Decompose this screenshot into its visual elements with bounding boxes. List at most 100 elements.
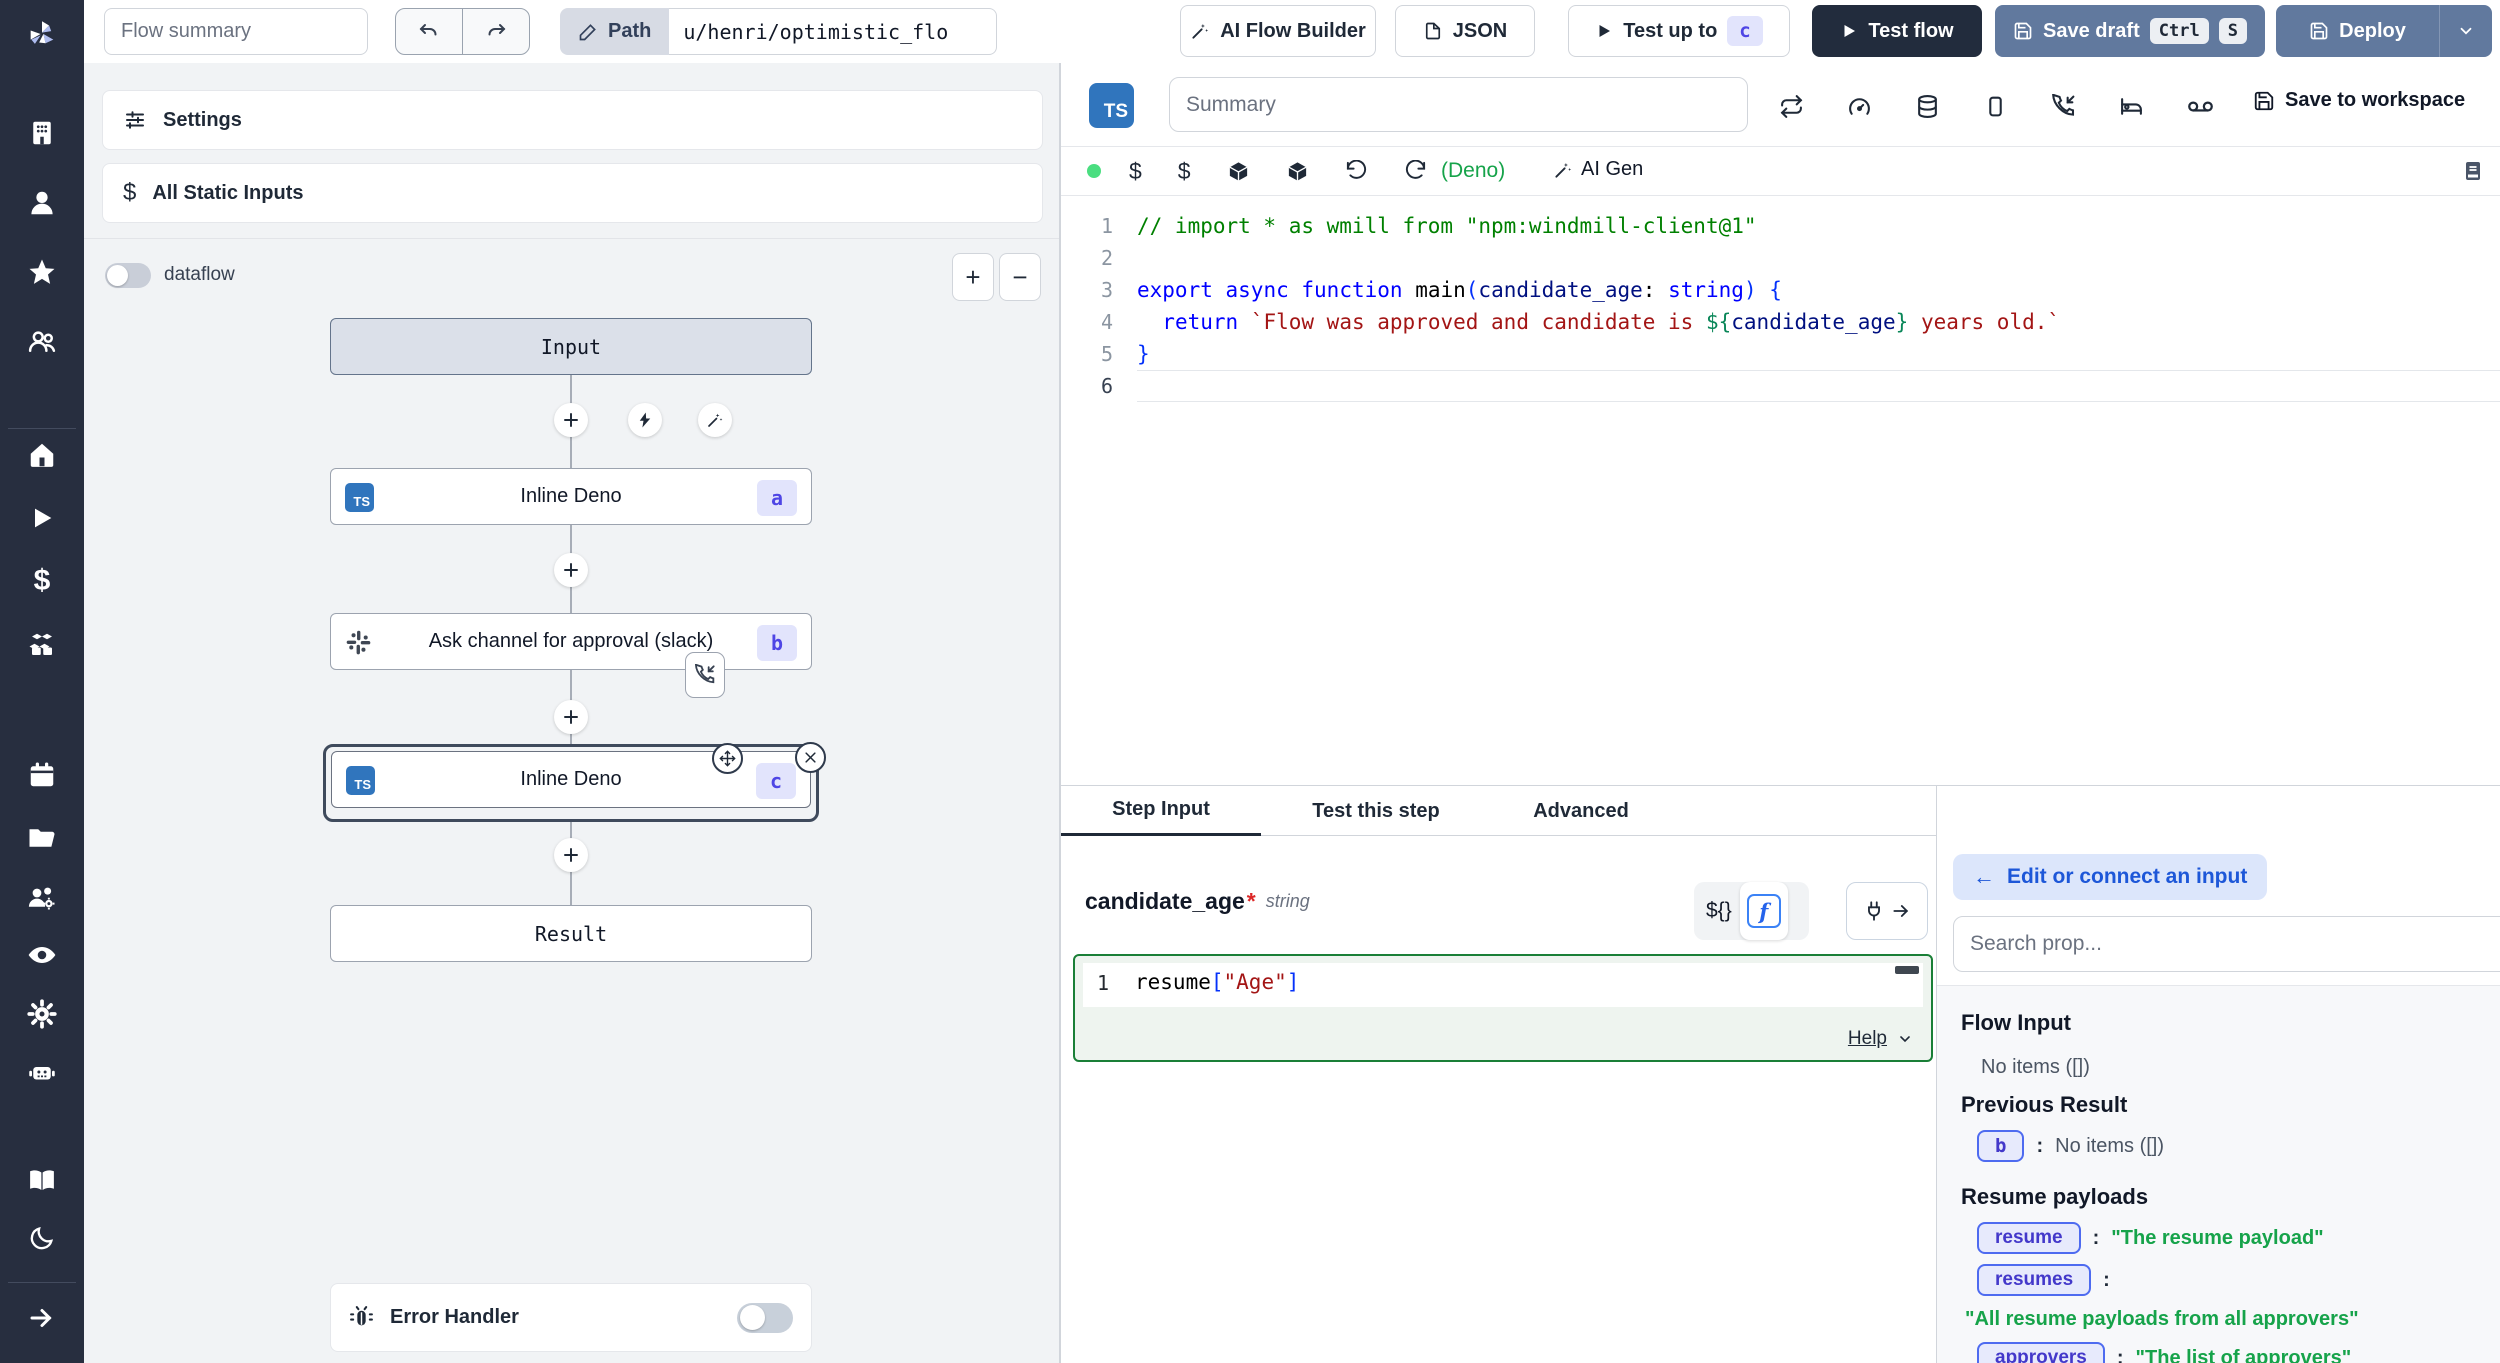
all-static-inputs-label: All Static Inputs [152, 182, 303, 205]
ai-suggest-wand-button[interactable] [698, 403, 732, 437]
test-up-to-button[interactable]: Test up to c [1568, 5, 1790, 57]
prop-badge-resumes[interactable]: resumes [1977, 1264, 2091, 1296]
tab-test-this-step[interactable]: Test this step [1261, 786, 1491, 836]
insert-step-button[interactable] [554, 700, 588, 734]
package-icon[interactable] [1286, 160, 1309, 183]
dark-mode-moon-icon[interactable] [0, 1216, 84, 1260]
variables-dollar-icon[interactable]: $ [0, 559, 84, 603]
result-node[interactable]: Result [330, 905, 812, 962]
expression-field[interactable]: 1 resume["Age"] [1083, 963, 1923, 1007]
magic-wand-icon [1190, 21, 1210, 41]
resumes-row: resumes : [1977, 1264, 2110, 1296]
save-to-workspace-button[interactable]: Save to workspace [2253, 89, 2465, 112]
error-handler-label: Error Handler [390, 1306, 519, 1329]
step-node-b[interactable]: Ask channel for approval (slack) b [330, 613, 812, 670]
deploy-dropdown-button[interactable] [2439, 5, 2492, 57]
zoom-out-button[interactable]: − [999, 253, 1041, 301]
flow-settings-label: Settings [163, 109, 242, 132]
groups-users-cog-icon[interactable] [0, 876, 84, 920]
code-editor[interactable]: 123456 // import * as wmill from "npm:wi… [1061, 195, 2500, 785]
audit-eye-icon[interactable] [0, 933, 84, 977]
ai-flow-builder-button[interactable]: AI Flow Builder [1180, 5, 1376, 57]
prop-badge-resume[interactable]: resume [1977, 1222, 2081, 1254]
topbar: Path AI Flow Builder JSON Test up to c T… [84, 0, 2500, 64]
reset-undo-icon[interactable] [1345, 160, 1368, 183]
home-icon[interactable] [0, 433, 84, 477]
trigger-lightning-button[interactable] [628, 403, 662, 437]
path-input[interactable] [669, 8, 997, 55]
connect-input-plug-button[interactable] [1846, 882, 1928, 940]
undo-button[interactable] [396, 9, 463, 54]
suspend-phone-incoming-icon[interactable] [2051, 94, 2076, 119]
users-icon[interactable] [0, 320, 84, 364]
mock-square-icon[interactable] [1983, 94, 2008, 119]
input-node[interactable]: Input [330, 318, 812, 375]
typescript-badge: TS [1089, 83, 1134, 128]
template-mode-button[interactable]: ${} [1706, 899, 1732, 923]
windmill-logo-icon[interactable] [0, 12, 84, 56]
insert-step-button[interactable] [554, 403, 588, 437]
step-summary-input[interactable] [1169, 77, 1748, 132]
prop-badge-approvers[interactable]: approvers [1977, 1342, 2105, 1363]
move-node-handle[interactable] [712, 743, 743, 774]
panel-divider [84, 238, 1059, 239]
json-button[interactable]: JSON [1395, 5, 1535, 57]
prop-badge-b[interactable]: b [1977, 1130, 2024, 1162]
error-handler-node[interactable]: Error Handler [330, 1283, 812, 1352]
all-static-inputs-button[interactable]: $ All Static Inputs [102, 163, 1043, 223]
schedules-calendar-icon[interactable] [0, 753, 84, 797]
scrollbar-thumb[interactable] [1895, 966, 1919, 974]
script-library-icon[interactable] [2461, 159, 2485, 183]
step-node-a[interactable]: TS Inline Deno a [330, 468, 812, 525]
settings-gear-icon[interactable] [0, 992, 84, 1036]
expr-mode-button-selected[interactable]: f [1740, 882, 1788, 940]
save-draft-button[interactable]: Save draft Ctrl S [1995, 5, 2265, 57]
error-handler-toggle[interactable] [737, 1303, 793, 1333]
early-stop-gauge-icon[interactable] [1847, 94, 1872, 119]
flow-input-empty: No items ([]) [1981, 1056, 2090, 1079]
insert-step-button[interactable] [554, 553, 588, 587]
flow-summary-input[interactable] [104, 8, 368, 55]
resource-dollar-icon[interactable]: $ [1178, 158, 1191, 185]
user-icon[interactable] [0, 181, 84, 225]
step-detail-panel: Step Input Test this step Advanced candi… [1060, 785, 2500, 1363]
tab-step-input[interactable]: Step Input [1061, 786, 1261, 836]
plus-icon [562, 708, 580, 726]
retries-repeat-icon[interactable] [1779, 94, 1804, 119]
deploy-button[interactable]: Deploy [2276, 5, 2439, 57]
magic-wand-icon [706, 411, 724, 429]
package-icon[interactable] [1227, 160, 1250, 183]
zoom-in-button[interactable]: + [952, 253, 994, 301]
field-header: candidate_age* string [1085, 888, 1310, 915]
step-id-badge: a [757, 480, 797, 516]
input-mode-toggle-group: ${} f [1694, 882, 1809, 940]
delete-node-button[interactable] [795, 742, 826, 773]
workers-bot-icon[interactable] [0, 1050, 84, 1094]
insert-step-button[interactable] [554, 838, 588, 872]
redo-button[interactable] [463, 9, 529, 54]
cache-database-icon[interactable] [1915, 94, 1940, 119]
variable-dollar-icon[interactable]: $ [1129, 158, 1142, 185]
favorites-star-icon[interactable] [0, 250, 84, 294]
search-prop-input[interactable] [1953, 916, 2500, 972]
runs-play-icon[interactable] [0, 496, 84, 540]
ai-gen-button[interactable]: AI Gen [1553, 158, 1643, 181]
reload-refresh-icon[interactable] [1404, 160, 1427, 183]
expression-help-button[interactable]: Help [1848, 1028, 1913, 1050]
expression-editor[interactable]: 1 resume["Age"] Help [1073, 954, 1933, 1062]
expand-sidebar-arrow-icon[interactable] [0, 1296, 84, 1340]
sleep-bed-icon[interactable] [2119, 94, 2144, 119]
tab-advanced[interactable]: Advanced [1491, 786, 1671, 836]
lifetime-voicemail-icon[interactable] [2187, 93, 2214, 120]
resources-boxes-icon[interactable] [0, 623, 84, 667]
flow-settings-button[interactable]: Settings [102, 90, 1043, 150]
dataflow-toggle[interactable] [105, 263, 151, 288]
test-up-to-step-badge: c [1727, 16, 1762, 46]
folders-icon[interactable] [0, 816, 84, 860]
test-flow-button[interactable]: Test flow [1812, 5, 1982, 57]
edit-or-connect-back-button[interactable]: ← Edit or connect an input [1953, 854, 2267, 900]
arrow-right-icon [1891, 901, 1911, 921]
path-edit-button[interactable]: Path [560, 8, 669, 55]
docs-book-icon[interactable] [0, 1158, 84, 1202]
workspace-building-icon[interactable] [0, 111, 84, 155]
